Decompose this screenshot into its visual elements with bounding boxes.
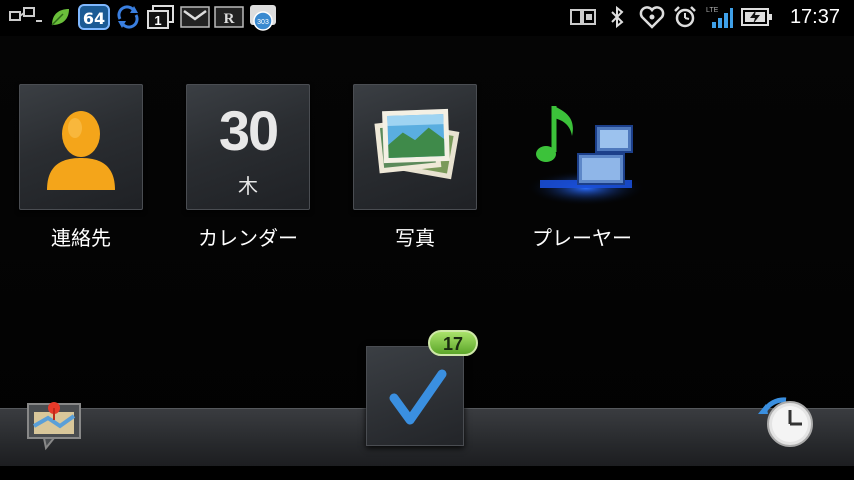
contacts-icon [19, 84, 143, 210]
app-contacts[interactable]: 連絡先 [11, 84, 151, 251]
photos-icon [353, 84, 477, 210]
svg-text:R: R [224, 11, 235, 27]
r-icon: R [214, 4, 244, 30]
task-count-badge: 17 [428, 330, 478, 356]
leaf-icon [48, 4, 72, 30]
sync-icon [114, 4, 142, 30]
alarm-icon [672, 4, 698, 30]
calendar-weekday: 木 [238, 174, 258, 198]
app-calendar[interactable]: 30 木 カレンダー [178, 84, 318, 251]
lte-label: LTE [706, 7, 719, 14]
app-label: プレーヤー [532, 226, 632, 250]
app-player[interactable]: プレーヤー [512, 84, 652, 251]
weather-icon: 303 [248, 4, 278, 31]
battery-level-badge: 64 [78, 4, 110, 30]
bluetooth-icon [606, 4, 628, 30]
mail-icon [180, 4, 210, 30]
window-count-icon: 1 [146, 4, 176, 30]
weather-label: 303 [257, 19, 269, 26]
window-count: 1 [154, 13, 161, 28]
dock-bottom-edge [0, 466, 854, 480]
dock-clock-button[interactable] [752, 392, 818, 452]
usb-debug-icon [568, 4, 598, 30]
clock-icon [758, 397, 813, 447]
map-pin-icon [27, 402, 81, 451]
dock-map-button[interactable] [24, 396, 84, 452]
app-label: カレンダー [198, 226, 298, 250]
health-icon [638, 4, 666, 30]
network-icon [8, 4, 44, 30]
music-player-icon [520, 84, 644, 210]
app-label: 写真 [395, 226, 435, 250]
app-label: 連絡先 [51, 226, 111, 250]
calendar-icon: 30 木 [186, 84, 310, 210]
calendar-date: 30 [218, 99, 279, 162]
status-clock: 17:37 [789, 6, 840, 28]
dock-tasks-button[interactable] [366, 346, 464, 446]
lte-signal-icon: LTE [704, 4, 734, 30]
status-bar[interactable]: 64 1 R 303 LTE 17:37 [0, 0, 854, 36]
checkmark-icon [389, 369, 447, 425]
battery-charging-icon [740, 4, 774, 30]
app-photos[interactable]: 写真 [345, 84, 485, 251]
